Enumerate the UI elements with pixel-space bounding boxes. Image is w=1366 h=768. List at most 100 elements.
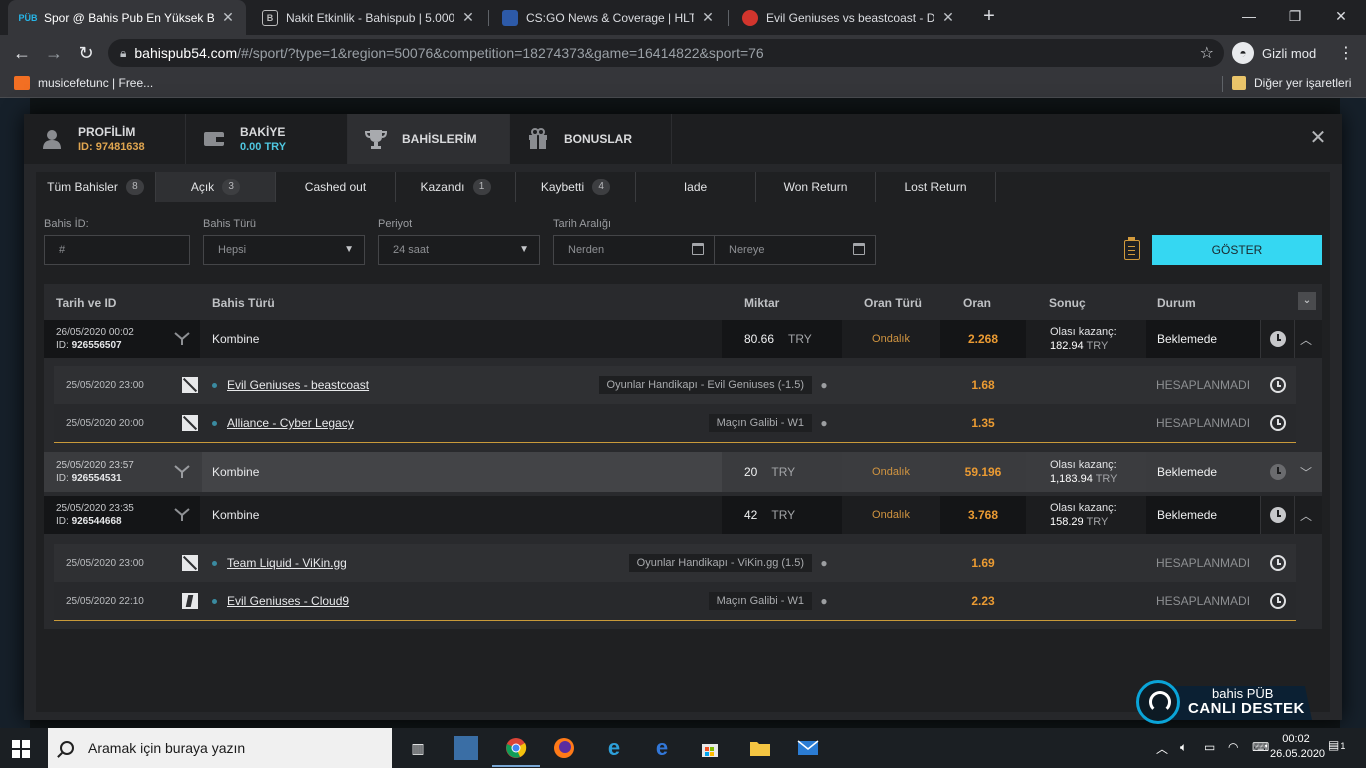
selection-match[interactable]: Alliance - Cyber Legacy xyxy=(212,404,572,442)
back-arrow-icon[interactable]: ← xyxy=(10,41,34,65)
clock-icon[interactable] xyxy=(1268,452,1288,492)
selection-match[interactable]: Evil Geniuses - beastcoast xyxy=(212,366,572,404)
clock-icon[interactable] xyxy=(1268,544,1288,582)
selection-market: Oyunlar Handikapı - Evil Geniuses (-1.5) xyxy=(564,366,812,404)
bet-currency: TRY xyxy=(788,332,812,346)
filter-tab-won[interactable]: Kazandı 1 xyxy=(396,172,516,202)
browser-tab-3[interactable]: CS:GO News & Coverage | HLTV.o ✕ xyxy=(490,0,726,35)
combo-icon xyxy=(164,496,200,534)
clock-icon[interactable] xyxy=(1268,366,1288,404)
header-bet-type: Bahis Türü xyxy=(212,296,275,310)
filter-tab-lost[interactable]: Kaybetti 4 xyxy=(516,172,636,202)
filter-tab-open[interactable]: Açık 3 xyxy=(156,172,276,202)
edge-icon[interactable]: e xyxy=(650,735,674,760)
tab-bonuses[interactable]: BONUSLAR xyxy=(510,114,672,164)
modal-close-icon[interactable]: ✕ xyxy=(1308,128,1328,148)
menu-dots-icon[interactable]: ⋮ xyxy=(1338,43,1354,63)
bet-row[interactable]: 25/05/2020 23:35 ID: 926544668 Kombine 4… xyxy=(44,496,1322,534)
selection-row[interactable]: 25/05/2020 20:00 Alliance - Cyber Legacy… xyxy=(54,404,1296,442)
selection-match[interactable]: Team Liquid - ViKin.gg xyxy=(212,544,572,582)
bookmark-soundcloud[interactable]: musicefetunc | Free... xyxy=(14,76,153,90)
other-bookmarks[interactable]: Diğer yer işaretleri xyxy=(1232,76,1351,90)
notification-center-icon[interactable]: ▤1 xyxy=(1328,738,1345,752)
tab-close-icon[interactable]: ✕ xyxy=(940,9,956,26)
clock-icon[interactable] xyxy=(1268,320,1288,358)
date-from-input[interactable]: Nerden xyxy=(553,235,715,265)
task-view-icon[interactable]: ▥ xyxy=(406,736,430,760)
wallet-icon xyxy=(202,127,226,151)
bet-odds: 2.268 xyxy=(940,320,1026,358)
chrome-icon[interactable] xyxy=(492,736,540,767)
selection-row[interactable]: 25/05/2020 22:10 Evil Geniuses - Cloud9 … xyxy=(54,582,1296,620)
taskbar-clock[interactable]: 00:02 26.05.2020 xyxy=(1270,732,1325,762)
match-link[interactable]: Team Liquid - ViKin.gg xyxy=(227,556,347,570)
address-bar[interactable]: 🔒︎ bahispub54.com/#/sport/?type=1&region… xyxy=(108,39,1224,67)
mail-icon[interactable] xyxy=(796,736,820,760)
control-panel-icon[interactable] xyxy=(454,736,478,760)
selection-row[interactable]: 25/05/2020 23:00 Team Liquid - ViKin.gg … xyxy=(54,544,1296,582)
dotabuff-favicon-icon xyxy=(742,9,758,26)
reload-icon[interactable]: ↻ xyxy=(74,41,98,65)
store-icon[interactable] xyxy=(698,736,722,760)
bet-type-select[interactable]: Hepsi ▼ xyxy=(203,235,365,265)
selection-market: Maçın Galibi - W1 xyxy=(564,582,812,620)
forward-arrow-icon[interactable]: → xyxy=(42,41,66,65)
tab-close-icon[interactable]: ✕ xyxy=(460,9,476,26)
tab-profile[interactable]: PROFİLİM ID: 97481638 xyxy=(24,114,186,164)
wifi-icon[interactable]: ◠ xyxy=(1228,740,1238,754)
chevron-up-icon[interactable]: ︿ xyxy=(1296,320,1316,358)
battery-icon[interactable]: ▭ xyxy=(1204,740,1215,754)
show-button[interactable]: GÖSTER xyxy=(1152,235,1322,265)
incognito-indicator[interactable]: ◓ Gizli mod xyxy=(1232,40,1316,66)
filter-tab-lost-return[interactable]: Lost Return xyxy=(876,172,996,202)
filter-tab-all[interactable]: Tüm Bahisler 8 xyxy=(36,172,156,202)
minimize-icon[interactable]: — xyxy=(1226,0,1272,32)
restore-icon[interactable]: ❐ xyxy=(1272,0,1318,32)
filter-tab-cashed-out[interactable]: Cashed out xyxy=(276,172,396,202)
filter-tab-refund[interactable]: Iade xyxy=(636,172,756,202)
browser-tab-title: Nakit Etkinlik - Bahispub | 5.000 T xyxy=(286,10,454,25)
window-close-icon[interactable]: ✕ xyxy=(1318,0,1364,32)
selection-row[interactable]: 25/05/2020 23:00 Evil Geniuses - beastco… xyxy=(54,366,1296,404)
bet-row[interactable]: 26/05/2020 00:02 ID: 926556507 Kombine 8… xyxy=(44,320,1322,358)
chevron-down-icon[interactable]: ﹀ xyxy=(1296,452,1316,492)
clock-icon[interactable] xyxy=(1268,404,1288,442)
browser-tab-2[interactable]: B Nakit Etkinlik - Bahispub | 5.000 T ✕ xyxy=(250,0,486,35)
collapse-all-icon[interactable]: ⌄ xyxy=(1298,292,1316,310)
tab-my-bets-label: BAHİSLERİM xyxy=(402,132,477,146)
potential-win-label: Olası kazanç: xyxy=(1050,326,1117,338)
tray-chevron-up-icon[interactable]: ︿ xyxy=(1156,740,1168,757)
file-explorer-icon[interactable] xyxy=(748,736,772,760)
period-select[interactable]: 24 saat ▼ xyxy=(378,235,540,265)
internet-explorer-icon[interactable]: e xyxy=(602,735,626,760)
match-link[interactable]: Evil Geniuses - Cloud9 xyxy=(227,594,349,608)
bet-id-input[interactable]: # xyxy=(44,235,190,265)
date-to-placeholder: Nereye xyxy=(729,244,765,256)
taskbar-search[interactable]: Aramak için buraya yazın xyxy=(48,728,392,768)
chevron-up-icon[interactable]: ︿ xyxy=(1296,496,1316,534)
clipboard-icon[interactable] xyxy=(1124,237,1140,260)
clock-icon[interactable] xyxy=(1268,582,1288,620)
tab-my-bets[interactable]: BAHİSLERİM xyxy=(348,114,510,164)
clock-icon[interactable] xyxy=(1268,496,1288,534)
stream-lock-icon: ● xyxy=(820,594,828,608)
windows-start-icon[interactable] xyxy=(12,740,30,758)
browser-tab-4[interactable]: Evil Geniuses vs beastcoast - Dot ✕ xyxy=(730,0,966,35)
date-to-input[interactable]: Nereye xyxy=(714,235,876,265)
live-support-widget[interactable]: bahis PÜB CANLI DESTEK xyxy=(1136,680,1316,724)
firefox-icon[interactable] xyxy=(552,736,576,760)
match-link[interactable]: Evil Geniuses - beastcoast xyxy=(227,378,369,392)
tab-balance[interactable]: BAKİYE 0.00 TRY xyxy=(186,114,348,164)
tab-close-icon[interactable]: ✕ xyxy=(700,9,716,26)
bet-status: Beklemede xyxy=(1146,320,1260,358)
browser-tab-1[interactable]: PÜB Spor @ Bahis Pub En Yüksek Bahis ✕ xyxy=(8,0,246,35)
bet-row[interactable]: 25/05/2020 23:57 ID: 926554531 Kombine 2… xyxy=(44,452,1322,492)
keyboard-icon[interactable]: ⌨︎ xyxy=(1252,740,1269,754)
tab-close-icon[interactable]: ✕ xyxy=(220,9,236,26)
volume-icon[interactable]: 🔈︎ xyxy=(1180,740,1187,755)
selection-match[interactable]: Evil Geniuses - Cloud9 xyxy=(212,582,572,620)
new-tab-icon[interactable]: + xyxy=(978,6,1000,28)
match-link[interactable]: Alliance - Cyber Legacy xyxy=(227,416,354,430)
filter-tab-won-return[interactable]: Won Return xyxy=(756,172,876,202)
bookmark-star-icon[interactable]: ☆ xyxy=(1200,43,1214,63)
